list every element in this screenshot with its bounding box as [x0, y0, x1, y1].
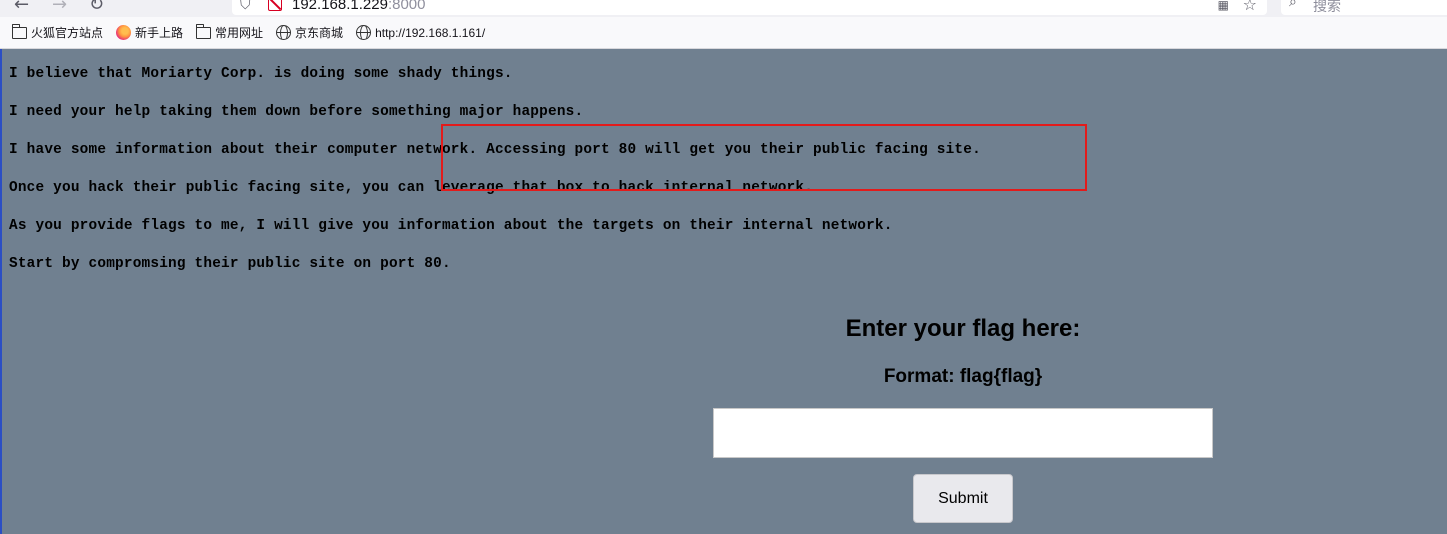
bookmark-item[interactable]: http://192.168.1.161/	[356, 25, 485, 40]
insecure-connection-icon[interactable]	[268, 0, 282, 11]
message-line: I need your help taking them down before…	[9, 104, 584, 120]
search-bar[interactable]: ⌕ 搜索	[1281, 0, 1447, 15]
bookmark-item[interactable]: 京东商城	[276, 24, 343, 41]
tracking-shield-icon[interactable]: ⛉	[240, 0, 251, 13]
bookmark-label: 常用网址	[215, 26, 264, 40]
message-line: As you provide flags to me, I will give …	[9, 218, 893, 234]
globe-icon	[276, 25, 292, 40]
bookmark-label: 新手上路	[135, 26, 184, 40]
back-icon[interactable]: ←	[14, 0, 29, 15]
format-label: Format: flag{flag}	[883, 366, 1043, 387]
qr-code-icon[interactable]: ▦	[1218, 0, 1229, 12]
url-bar[interactable]: ⛉ 192.168.1.229:8000 ▦ ☆	[232, 0, 1267, 15]
bookmarks-toolbar: 火狐官方站点 新手上路 常用网址 京东商城 http://192.168.1.1…	[0, 17, 1447, 49]
flag-heading: Enter your flag here:	[845, 315, 1081, 342]
reload-icon[interactable]: ↻	[89, 0, 104, 15]
globe-icon	[356, 25, 372, 40]
bookmark-item[interactable]: 新手上路	[116, 24, 183, 41]
search-icon: ⌕	[1289, 0, 1297, 10]
bookmark-item[interactable]: 火狐官方站点	[12, 23, 104, 41]
url-port: :8000	[387, 0, 426, 13]
submit-button[interactable]: Submit	[913, 474, 1013, 523]
bookmark-item[interactable]: 常用网址	[196, 23, 264, 41]
folder-icon	[196, 23, 212, 39]
url-text[interactable]: 192.168.1.229:8000	[292, 0, 425, 13]
bookmark-star-icon[interactable]: ☆	[1243, 0, 1257, 14]
flag-input[interactable]	[713, 408, 1213, 458]
bookmark-label: 京东商城	[295, 26, 344, 40]
annotation-highlight-box	[441, 124, 1087, 191]
bookmark-label: 火狐官方站点	[31, 26, 104, 40]
url-host: 192.168.1.229	[292, 0, 388, 13]
page-content: I believe that Moriarty Corp. is doing s…	[0, 49, 1447, 534]
firefox-icon	[116, 25, 132, 40]
bookmark-label: http://192.168.1.161/	[375, 25, 486, 40]
browser-toolbar: ← → ↻ ⛉ 192.168.1.229:8000 ▦ ☆ ⌕ 搜索	[0, 0, 1447, 17]
message-line: Start by compromsing their public site o…	[9, 256, 451, 272]
message-line: I believe that Moriarty Corp. is doing s…	[9, 66, 513, 82]
search-placeholder: 搜索	[1313, 0, 1341, 14]
forward-icon[interactable]: →	[52, 0, 67, 15]
folder-icon	[12, 23, 27, 39]
